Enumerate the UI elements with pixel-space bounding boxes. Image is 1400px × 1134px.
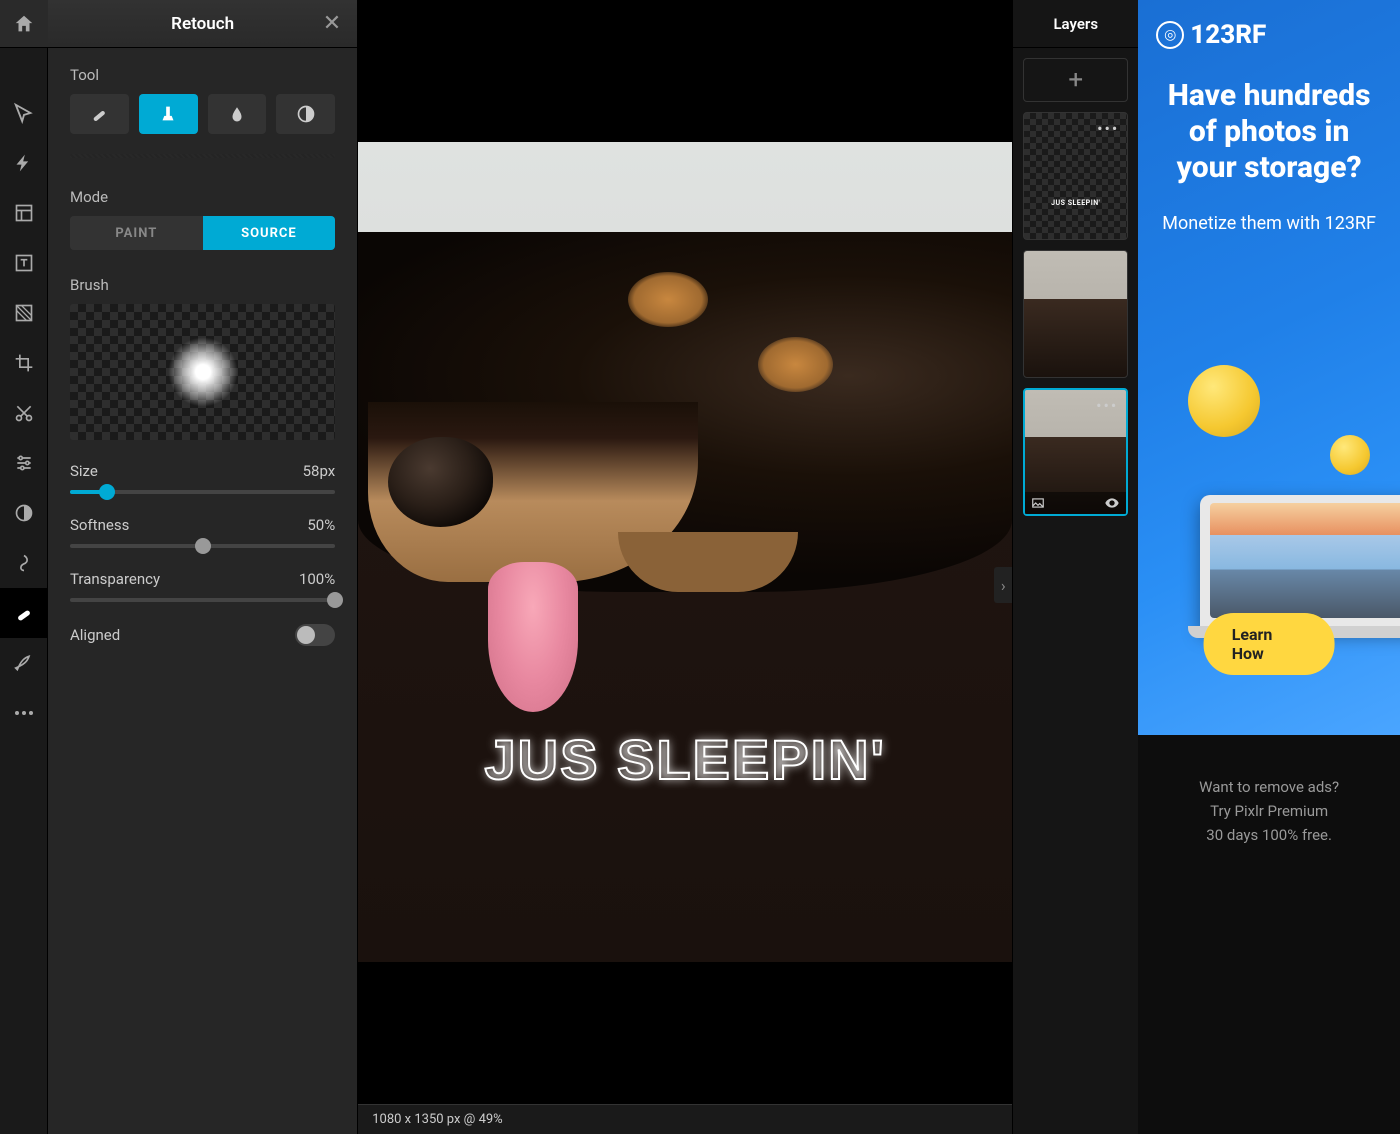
ad-logo: ◎ 123RF	[1156, 20, 1382, 50]
aligned-toggle[interactable]	[295, 624, 335, 646]
panel-title: Retouch	[171, 14, 234, 34]
laptop-icon	[1200, 495, 1400, 630]
coin-icon	[1330, 435, 1370, 475]
transparency-slider-group: Transparency 100%	[70, 570, 335, 602]
sharpen-tool-option[interactable]	[276, 94, 335, 134]
liquify-tool[interactable]	[0, 538, 48, 588]
text-tool[interactable]	[0, 238, 48, 288]
brush-section-label: Brush	[70, 276, 335, 294]
ad-headline: Have hundreds of photos in your storage?	[1156, 78, 1382, 186]
softness-value: 50%	[307, 516, 335, 534]
panel-header: Retouch ✕	[48, 0, 357, 48]
brush-preview[interactable]	[70, 304, 335, 440]
layer-options-icon[interactable]: •••	[1097, 119, 1119, 138]
ad-footer-line1: Want to remove ads?	[1199, 775, 1339, 799]
home-button[interactable]	[0, 0, 48, 48]
canvas-image[interactable]: JUS SLEEPIN'	[358, 142, 1012, 962]
aligned-row: Aligned	[70, 624, 335, 646]
transparency-label: Transparency	[70, 570, 160, 588]
heal-tool-option[interactable]	[70, 94, 129, 134]
draw-tool[interactable]	[0, 638, 48, 688]
clone-tool-option[interactable]	[139, 94, 198, 134]
transparency-slider[interactable]	[70, 598, 335, 602]
main-toolbar	[0, 0, 48, 1134]
camera-icon: ◎	[1156, 21, 1184, 49]
softness-label: Softness	[70, 516, 129, 534]
layer-image-base[interactable]: •••	[1023, 388, 1128, 516]
size-label: Size	[70, 462, 98, 480]
adjust-tool[interactable]	[0, 438, 48, 488]
ad-footer: Want to remove ads? Try Pixlr Premium 30…	[1138, 735, 1400, 1134]
mode-source-button[interactable]: SOURCE	[203, 216, 336, 250]
properties-panel: Retouch ✕ Tool Mode PAINT SOURCE Brush S…	[48, 0, 358, 1134]
more-tools[interactable]	[0, 688, 48, 738]
layer-text-preview: JUS SLEEPIN'	[1024, 199, 1127, 207]
home-icon	[13, 13, 35, 35]
ad-banner[interactable]: ◎ 123RF Have hundreds of photos in your …	[1138, 0, 1400, 735]
blur-tool-option[interactable]	[208, 94, 267, 134]
aligned-label: Aligned	[70, 626, 120, 644]
size-slider-group: Size 58px	[70, 462, 335, 494]
contrast-tool[interactable]	[0, 488, 48, 538]
add-layer-button[interactable]: +	[1023, 58, 1128, 102]
image-icon	[1031, 496, 1045, 510]
ad-cta-button[interactable]: Learn How	[1204, 613, 1335, 675]
ad-imagery	[1138, 355, 1400, 735]
layout-tool[interactable]	[0, 188, 48, 238]
fill-tool[interactable]	[0, 288, 48, 338]
canvas-viewport[interactable]: JUS SLEEPIN'	[358, 0, 1012, 1104]
status-bar: 1080 x 1350 px @ 49%	[358, 1104, 1012, 1134]
transparency-value: 100%	[299, 570, 335, 588]
collapse-layers-button[interactable]: ›	[994, 567, 1012, 603]
layers-title: Layers	[1013, 0, 1138, 48]
layers-panel: Layers + ••• JUS SLEEPIN' •••	[1012, 0, 1138, 1134]
size-value: 58px	[303, 462, 336, 480]
layer-options-icon[interactable]: •••	[1096, 396, 1118, 415]
status-text: 1080 x 1350 px @ 49%	[372, 1112, 502, 1127]
select-tool[interactable]	[0, 88, 48, 138]
tool-section-label: Tool	[70, 66, 335, 84]
ai-tool[interactable]	[0, 138, 48, 188]
ad-footer-line3: 30 days 100% free.	[1206, 823, 1332, 847]
ad-logo-text: 123RF	[1190, 20, 1266, 50]
softness-slider-group: Softness 50%	[70, 516, 335, 548]
size-slider[interactable]	[70, 490, 335, 494]
layer-text[interactable]: ••• JUS SLEEPIN'	[1023, 112, 1128, 240]
canvas-area: JUS SLEEPIN' 1080 x 1350 px @ 49% ›	[358, 0, 1012, 1134]
coin-icon	[1188, 365, 1260, 437]
close-panel-button[interactable]: ✕	[323, 11, 341, 36]
layer-image-copy[interactable]	[1023, 250, 1128, 378]
ad-column: ◎ 123RF Have hundreds of photos in your …	[1138, 0, 1400, 1134]
ad-footer-line2: Try Pixlr Premium	[1210, 799, 1328, 823]
mode-paint-button[interactable]: PAINT	[70, 216, 203, 250]
ad-subhead: Monetize them with 123RF	[1156, 212, 1382, 236]
softness-slider[interactable]	[70, 544, 335, 548]
canvas-text-overlay: JUS SLEEPIN'	[358, 727, 1012, 792]
visibility-icon[interactable]	[1104, 495, 1120, 511]
layer-footer	[1025, 492, 1126, 514]
mode-toggle: PAINT SOURCE	[70, 216, 335, 250]
cut-tool[interactable]	[0, 388, 48, 438]
divider	[70, 154, 335, 158]
tool-row	[70, 94, 335, 134]
crop-tool[interactable]	[0, 338, 48, 388]
mode-section-label: Mode	[70, 188, 335, 206]
retouch-tool[interactable]	[0, 588, 48, 638]
